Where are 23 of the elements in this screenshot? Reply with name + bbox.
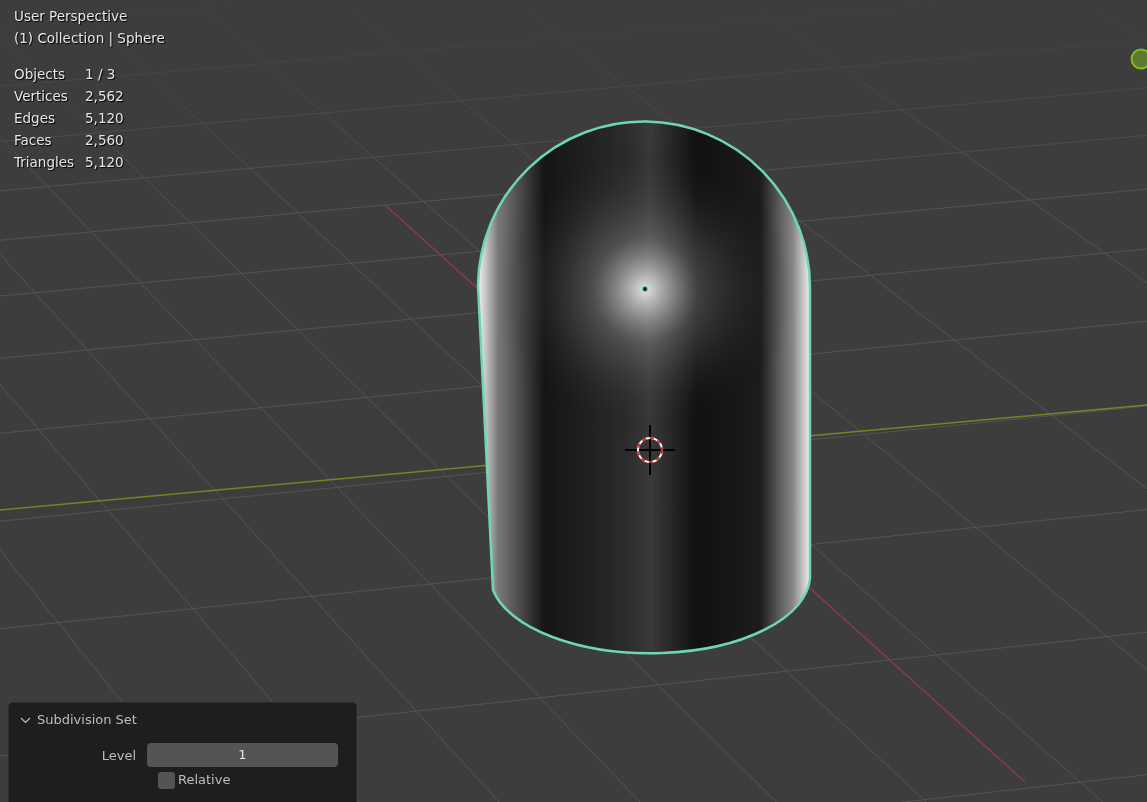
stat-label: Faces [14,131,53,150]
stat-value: 2,562 [85,87,124,106]
origin-dot-icon[interactable] [641,285,649,293]
relative-checkbox[interactable] [158,771,175,789]
crosshair-icon[interactable] [624,424,676,476]
capsule-drawing[interactable] [476,120,812,655]
viewport[interactable]: User Perspective (1) Collection | Sphere Objects 1 / 3 Vertices 2,562 Edges 5,120 Faces 2,560 Triangles 5,120 Subdivision Set Level 1 Relative [0,0,1147,802]
stat-label: Edges [14,109,56,128]
level-label: Level [100,747,137,763]
stat-value: 5,120 [85,109,124,128]
panel-title[interactable]: Subdivision Set [37,712,137,728]
circle-handle-icon[interactable] [1130,48,1147,70]
stat-label: Vertices [14,87,69,106]
stat-value: 2,560 [85,131,124,150]
level-field[interactable]: 1 [147,743,338,767]
view-name: User Perspective [14,7,129,26]
collection-label: (1) Collection | Sphere [14,29,165,49]
relative-label[interactable]: Relative [178,771,231,789]
stat-value: 5,120 [85,153,124,172]
stat-label: Triangles [14,153,76,172]
stat-value: 1 / 3 [85,65,116,84]
chevron-icon[interactable] [20,716,31,724]
stat-label: Objects [14,65,66,84]
